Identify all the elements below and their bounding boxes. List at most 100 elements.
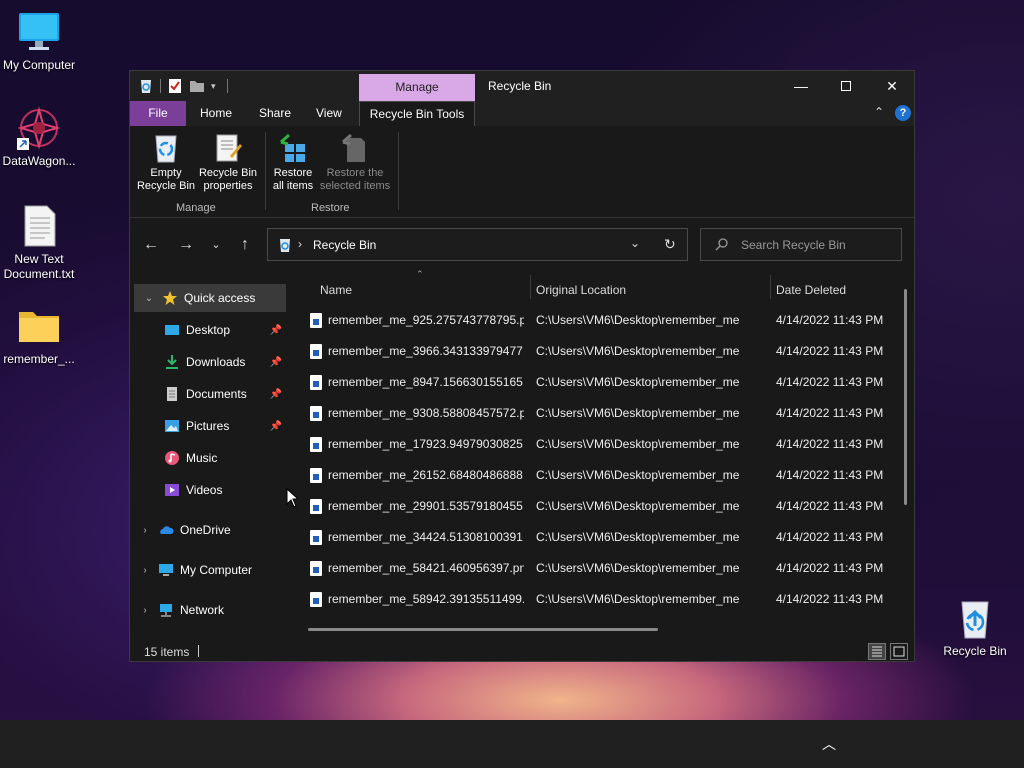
tab-file[interactable]: File [130, 101, 186, 126]
help-icon[interactable]: ? [895, 105, 911, 121]
table-row[interactable]: remember_me_8947.156630155165.... C:\Use… [300, 367, 890, 398]
collapse-ribbon-chevron-icon[interactable]: ⌃ [874, 105, 884, 119]
date-deleted: 4/14/2022 11:43 PM [776, 406, 884, 420]
recycle-bin-properties-button[interactable]: Recycle Bin properties [196, 132, 260, 193]
nav-label: Documents [186, 387, 247, 401]
table-row[interactable]: remember_me_17923.94979030825.... C:\Use… [300, 429, 890, 460]
table-row[interactable]: remember_me_58421.460956397.png C:\Users… [300, 553, 890, 584]
restore-all-items-button[interactable]: Restore all items [268, 132, 318, 193]
nav-label: My Computer [180, 563, 253, 577]
title-bar[interactable]: ▾ Manage Recycle Bin — ✕ [130, 71, 914, 101]
recent-locations-button[interactable]: ⌄ [204, 233, 228, 257]
nav-label: OneDrive [180, 523, 231, 537]
expand-chevron-icon[interactable]: › [138, 525, 152, 536]
forward-button[interactable]: → [174, 233, 198, 257]
nav-item-desktop[interactable]: Desktop 📌 [130, 316, 286, 344]
expand-chevron-icon[interactable]: ⌄ [142, 293, 156, 304]
png-file-icon [310, 313, 322, 328]
details-view-button[interactable] [868, 643, 886, 660]
recycle-bin-properties-label: Recycle Bin properties [198, 167, 258, 192]
png-file-icon [310, 499, 322, 514]
column-header-name[interactable]: Name [320, 277, 352, 303]
empty-recycle-bin-button[interactable]: Empty Recycle Bin [136, 132, 196, 193]
large-icons-view-icon [893, 646, 905, 657]
toolbar-divider [227, 79, 228, 93]
datawagon-logo-icon [17, 106, 61, 150]
date-deleted: 4/14/2022 11:43 PM [776, 437, 884, 451]
nav-item-my-computer[interactable]: › My Computer [130, 556, 286, 584]
context-tab-manage: Manage [359, 74, 475, 101]
back-button[interactable]: ← [139, 233, 163, 257]
tab-home[interactable]: Home [190, 101, 242, 126]
ribbon-panel: Empty Recycle Bin Recycle Bin properties… [130, 126, 914, 218]
table-row[interactable]: remember_me_9308.58808457572.p... C:\Use… [300, 398, 890, 429]
desktop-icon-label: New Text Document.txt [3, 252, 75, 281]
png-file-icon [310, 344, 322, 359]
nav-item-videos[interactable]: Videos [130, 476, 286, 504]
nav-item-quick-access[interactable]: ⌄ Quick access [134, 284, 286, 312]
original-location: C:\Users\VM6\Desktop\remember_me [536, 499, 740, 513]
maximize-button[interactable] [823, 71, 869, 101]
png-file-icon [310, 592, 322, 607]
star-icon [162, 290, 178, 306]
expand-chevron-icon[interactable]: › [138, 605, 152, 616]
table-row[interactable]: remember_me_3966.343133979477.... C:\Use… [300, 336, 890, 367]
address-dropdown-icon[interactable]: ⌄ [630, 236, 640, 250]
customize-toolbar-chevron-icon[interactable]: ▾ [211, 78, 221, 94]
column-header-date-deleted[interactable]: Date Deleted [776, 277, 846, 303]
tab-share[interactable]: Share [249, 101, 301, 126]
png-file-icon [310, 468, 322, 483]
table-row[interactable]: remember_me_26152.68480486888.... C:\Use… [300, 460, 890, 491]
nav-item-network[interactable]: › Network [130, 596, 286, 624]
expand-chevron-icon[interactable]: › [138, 565, 152, 576]
desktop-icon-my-computer[interactable]: My Computer [0, 10, 78, 73]
refresh-icon[interactable]: ↻ [664, 236, 676, 253]
nav-item-music[interactable]: Music [130, 444, 286, 472]
original-location: C:\Users\VM6\Desktop\remember_me [536, 406, 740, 420]
nav-item-downloads[interactable]: Downloads 📌 [130, 348, 286, 376]
desktop-icon-label: remember_... [3, 352, 75, 366]
column-divider [530, 275, 531, 299]
mouse-cursor-icon [286, 487, 300, 511]
table-row[interactable]: remember_me_925.275743778795.p... C:\Use… [300, 305, 890, 336]
tab-recycle-bin-tools[interactable]: Recycle Bin Tools [359, 101, 475, 126]
details-view-icon [872, 646, 882, 657]
restore-all-icon [277, 132, 309, 164]
computer-icon [158, 562, 174, 578]
new-folder-icon[interactable] [189, 78, 205, 94]
column-header-original-location[interactable]: Original Location [536, 277, 626, 303]
restore-selected-items-button[interactable]: Restore the selected items [318, 132, 392, 193]
properties-icon[interactable] [167, 78, 183, 94]
ribbon-group-manage: Manage [176, 202, 216, 214]
file-name: remember_me_26152.68480486888.... [328, 468, 524, 482]
minimize-button[interactable]: — [778, 71, 824, 101]
desktop-icon-datawagon[interactable]: DataWagon... [0, 106, 78, 169]
show-hidden-icons-chevron-icon[interactable]: ︿ [822, 734, 836, 754]
search-box[interactable]: Search Recycle Bin [700, 228, 902, 261]
table-row[interactable]: remember_me_29901.53579180455.... C:\Use… [300, 491, 890, 522]
empty-recycle-bin-label: Empty Recycle Bin [136, 167, 196, 192]
address-bar[interactable]: › Recycle Bin ⌄ ↻ [267, 228, 688, 261]
vertical-scrollbar[interactable] [904, 289, 907, 505]
nav-item-pictures[interactable]: Pictures 📌 [130, 412, 286, 440]
png-file-icon [310, 530, 322, 545]
horizontal-scrollbar[interactable] [308, 628, 658, 631]
up-button[interactable]: ↑ [233, 233, 257, 257]
desktop-icon-new-text-document[interactable]: New Text Document.txt [0, 204, 78, 282]
desktop-icon-remember-folder[interactable]: remember_... [0, 304, 78, 367]
pin-icon: 📌 [269, 388, 282, 400]
table-row[interactable]: remember_me_58942.39135511499.... C:\Use… [300, 584, 890, 615]
status-bar: 15 items [130, 639, 914, 663]
large-icons-view-button[interactable] [890, 643, 908, 660]
nav-item-onedrive[interactable]: › OneDrive [130, 516, 286, 544]
search-placeholder: Search Recycle Bin [741, 238, 846, 252]
restore-selected-icon [339, 132, 371, 164]
tab-view[interactable]: View [306, 101, 352, 126]
recycle-bin-small-icon[interactable] [138, 78, 154, 94]
file-list: ⌃ Name Original Location Date Deleted re… [290, 269, 914, 633]
close-button[interactable]: ✕ [869, 71, 915, 101]
empty-recycle-bin-icon [150, 132, 182, 164]
nav-item-documents[interactable]: Documents 📌 [130, 380, 286, 408]
table-row[interactable]: remember_me_34424.51308100391.... C:\Use… [300, 522, 890, 553]
desktop-icon-recycle-bin[interactable]: Recycle Bin [936, 596, 1014, 659]
